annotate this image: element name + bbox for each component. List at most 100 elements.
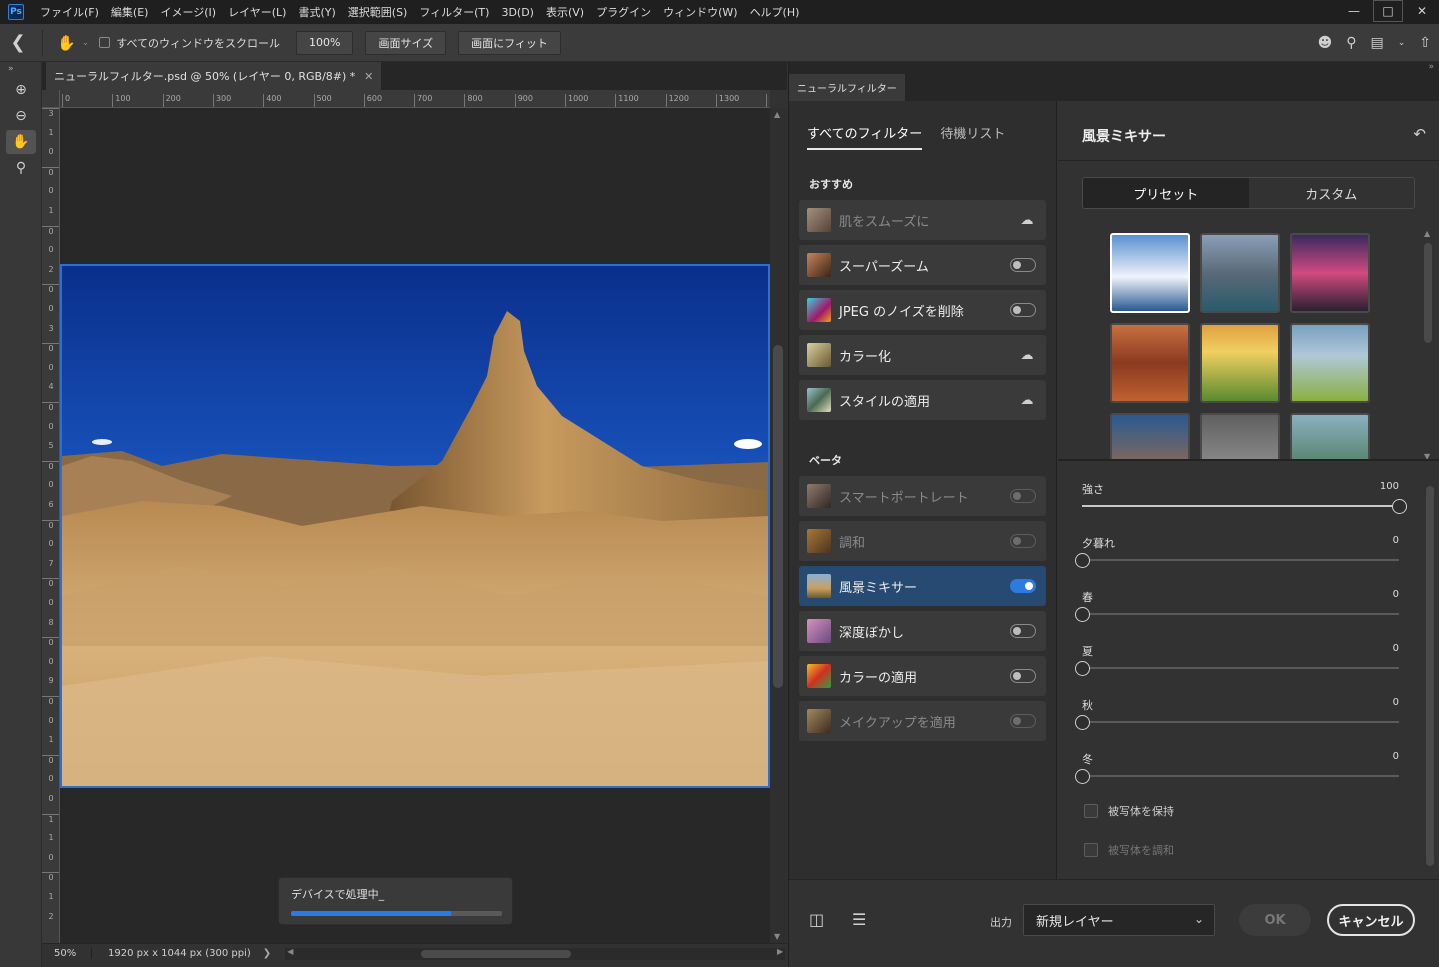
filter-item-style-transfer[interactable]: スタイルの適用 ☁: [799, 380, 1046, 420]
scroll-right-icon[interactable]: ▶: [777, 947, 783, 956]
user-icon[interactable]: ☻: [1318, 35, 1333, 51]
slider-knob[interactable]: [1392, 499, 1407, 514]
slider-summer[interactable]: 夏 0: [1075, 643, 1399, 681]
filter-item-landscape-mixer[interactable]: 風景ミキサー: [799, 566, 1046, 606]
document-image[interactable]: [60, 264, 770, 788]
canvas-horizontal-scrollbar[interactable]: ◀ ▶: [285, 947, 786, 960]
ok-button[interactable]: OK: [1239, 904, 1311, 936]
slider-track[interactable]: [1082, 613, 1399, 615]
tab-preset[interactable]: プリセット: [1083, 178, 1249, 208]
jpeg-denoise-toggle[interactable]: [1010, 303, 1036, 317]
super-zoom-toggle[interactable]: [1010, 258, 1036, 272]
reset-icon[interactable]: ↶: [1413, 125, 1426, 143]
canvas-area[interactable]: デバイスで処理中_: [60, 108, 770, 943]
zoom-100-button[interactable]: 100%: [296, 30, 354, 55]
menu-window[interactable]: ウィンドウ(W): [657, 4, 743, 20]
menu-view[interactable]: 表示(V): [540, 4, 590, 20]
tab-wait-list[interactable]: 待機リスト: [940, 123, 1005, 150]
slider-knob[interactable]: [1075, 661, 1090, 676]
slider-track[interactable]: [1082, 559, 1399, 561]
scroll-down-icon[interactable]: ▼: [774, 932, 780, 941]
filter-item-color-transfer[interactable]: カラーの適用: [799, 656, 1046, 696]
slider-knob[interactable]: [1075, 553, 1090, 568]
tab-all-filters[interactable]: すべてのフィルター: [807, 123, 923, 150]
hand-tool-icon[interactable]: ✋: [6, 130, 36, 154]
slider-autumn[interactable]: 秋 0: [1075, 697, 1399, 735]
menu-plugins[interactable]: プラグイン: [590, 4, 657, 20]
preset-thumbnail[interactable]: [1110, 413, 1190, 459]
menu-filter[interactable]: フィルター(T): [413, 4, 495, 20]
color-transfer-toggle[interactable]: [1010, 669, 1036, 683]
scroll-thumb[interactable]: [421, 949, 572, 958]
scroll-left-icon[interactable]: ◀: [287, 947, 293, 956]
menu-file[interactable]: ファイル(F): [34, 4, 105, 20]
collapse-icon[interactable]: »: [1428, 62, 1434, 72]
menu-help[interactable]: ヘルプ(H): [744, 4, 806, 20]
keep-subject-checkbox[interactable]: [1084, 804, 1098, 818]
scroll-thumb[interactable]: [1424, 243, 1432, 343]
slider-strength[interactable]: 強さ 100: [1082, 481, 1407, 519]
filter-item-smart-portrait[interactable]: スマートポートレート: [799, 476, 1046, 516]
settings-scrollbar[interactable]: [1423, 466, 1437, 876]
compare-view-icon[interactable]: ◫: [809, 910, 824, 929]
minimize-icon[interactable]: —: [1337, 0, 1371, 22]
slider-knob[interactable]: [1075, 715, 1090, 730]
cloud-download-icon[interactable]: ☁: [1018, 213, 1036, 228]
scroll-all-checkbox[interactable]: [99, 37, 111, 48]
slider-track[interactable]: [1082, 667, 1399, 669]
menu-layer[interactable]: レイヤー(L): [222, 4, 292, 20]
output-select[interactable]: 新規レイヤー ⌄: [1023, 904, 1215, 936]
search-icon[interactable]: ⚲: [1346, 35, 1356, 51]
cloud-download-icon[interactable]: ☁: [1018, 348, 1036, 363]
preset-thumbnail[interactable]: [1110, 233, 1190, 313]
filter-item-jpeg-denoise[interactable]: JPEG のノイズを削除: [799, 290, 1046, 330]
menu-edit[interactable]: 編集(E): [105, 4, 155, 20]
status-zoom[interactable]: 50%: [42, 948, 92, 959]
cloud-download-icon[interactable]: ☁: [1018, 393, 1036, 408]
harmonize-subject-checkbox[interactable]: [1084, 843, 1098, 857]
menu-type[interactable]: 書式(Y): [292, 4, 341, 20]
menu-3d[interactable]: 3D(D): [495, 6, 540, 19]
menu-image[interactable]: イメージ(I): [154, 4, 222, 20]
maximize-icon[interactable]: □: [1373, 0, 1403, 22]
chevron-down-icon[interactable]: ⌄: [82, 38, 90, 48]
share-icon[interactable]: ⇧: [1419, 35, 1431, 51]
layers-icon[interactable]: ☰: [852, 910, 866, 929]
makeup-transfer-toggle[interactable]: [1010, 714, 1036, 728]
zoom-in-icon[interactable]: ⊕: [6, 78, 36, 102]
chevron-down-icon[interactable]: ⌄: [1398, 38, 1406, 48]
preset-thumbnail[interactable]: [1200, 413, 1280, 459]
zoom-out-icon[interactable]: ⊖: [6, 104, 36, 128]
filter-item-colorize[interactable]: カラー化 ☁: [799, 335, 1046, 375]
scroll-thumb[interactable]: [773, 345, 783, 688]
preset-thumbnail[interactable]: [1290, 233, 1370, 313]
document-tab[interactable]: ニューラルフィルター.psd @ 50% (レイヤー 0, RGB/8#) * …: [46, 62, 382, 90]
filter-item-super-zoom[interactable]: スーパーズーム: [799, 245, 1046, 285]
smart-portrait-toggle[interactable]: [1010, 489, 1036, 503]
zoom-tool-icon[interactable]: ⚲: [6, 156, 36, 180]
keep-subject-row[interactable]: 被写体を保持: [1084, 803, 1174, 819]
slider-knob[interactable]: [1075, 607, 1090, 622]
harmonization-toggle[interactable]: [1010, 534, 1036, 548]
harmonize-subject-row[interactable]: 被写体を調和: [1084, 842, 1174, 858]
landscape-mixer-toggle[interactable]: [1010, 579, 1036, 593]
slider-sunset[interactable]: 夕暮れ 0: [1075, 535, 1399, 573]
menu-select[interactable]: 選択範囲(S): [342, 4, 414, 20]
close-icon[interactable]: ✕: [364, 70, 373, 83]
filter-item-makeup-transfer[interactable]: メイクアップを適用: [799, 701, 1046, 741]
slider-track[interactable]: [1082, 505, 1399, 507]
filter-item-harmonization[interactable]: 調和: [799, 521, 1046, 561]
neural-filters-tab[interactable]: ニューラルフィルター: [789, 74, 905, 101]
scroll-up-icon[interactable]: ▲: [774, 110, 780, 119]
scroll-up-icon[interactable]: ▲: [1424, 229, 1430, 238]
preset-thumbnail[interactable]: [1110, 323, 1190, 403]
depth-blur-toggle[interactable]: [1010, 624, 1036, 638]
slider-spring[interactable]: 春 0: [1075, 589, 1399, 627]
preset-thumbnail[interactable]: [1290, 323, 1370, 403]
filter-item-skin-smoothing[interactable]: 肌をスムーズに ☁: [799, 200, 1046, 240]
slider-track[interactable]: [1082, 775, 1399, 777]
scroll-thumb[interactable]: [1426, 486, 1434, 866]
tab-custom[interactable]: カスタム: [1249, 178, 1415, 208]
close-window-icon[interactable]: ✕: [1405, 0, 1439, 22]
slider-winter[interactable]: 冬 0: [1075, 751, 1399, 789]
